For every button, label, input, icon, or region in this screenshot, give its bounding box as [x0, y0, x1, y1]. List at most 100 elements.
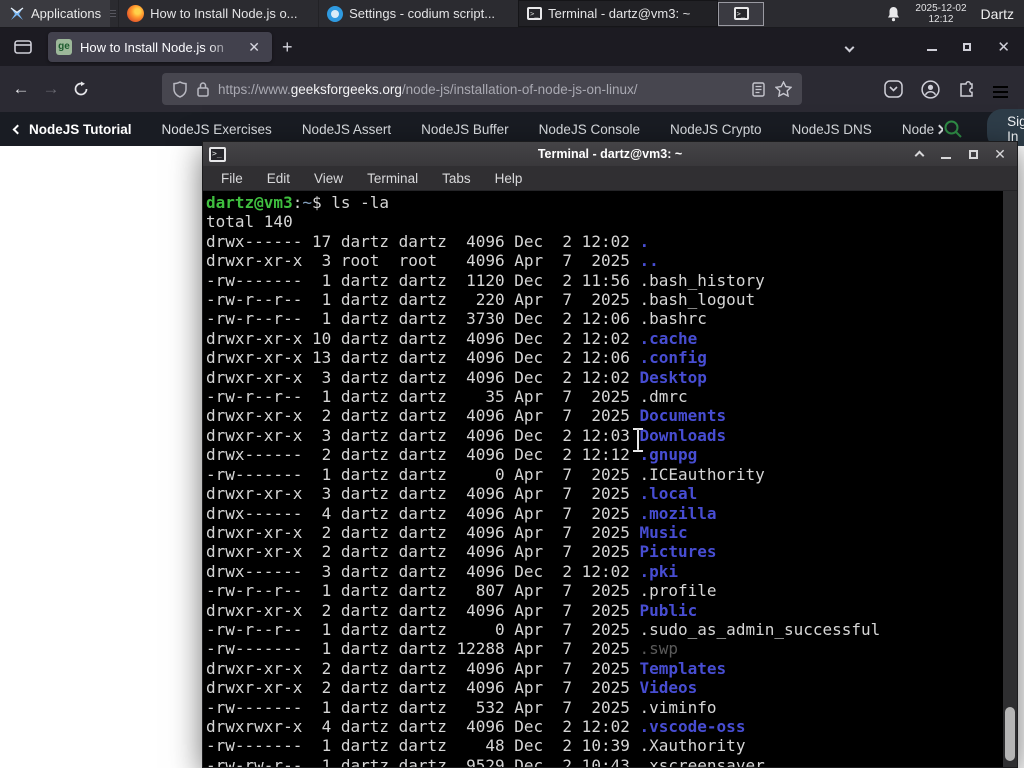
- terminal-close-button[interactable]: ✕: [993, 146, 1007, 162]
- chevron-right-icon[interactable]: [934, 124, 944, 134]
- lock-icon[interactable]: [196, 81, 210, 97]
- codium-icon: [327, 5, 344, 22]
- top-panel: Applications How to Install Node.js o...…: [0, 0, 1024, 28]
- terminal-line: drwx------ 4 dartz dartz 4096 Apr 7 2025…: [206, 503, 717, 523]
- terminal-line: -rw------- 1 dartz dartz 1120 Dec 2 11:5…: [206, 270, 765, 290]
- terminal-line: drwx------ 3 dartz dartz 4096 Dec 2 12:0…: [206, 561, 679, 581]
- nav-item-nodejs-tutorial[interactable]: NodeJS Tutorial: [12, 122, 132, 137]
- terminal-line: drwxr-xr-x 10 dartz dartz 4096 Dec 2 12:…: [206, 328, 698, 348]
- terminal-menu-edit[interactable]: Edit: [257, 168, 300, 189]
- terminal-line: -rw-rw-r-- 1 dartz dartz 9529 Dec 2 10:4…: [206, 755, 765, 767]
- nav-item-node[interactable]: Node: [902, 122, 944, 137]
- reader-mode-icon[interactable]: [752, 81, 765, 97]
- terminal-line: drwxr-xr-x 2 dartz dartz 4096 Apr 7 2025…: [206, 522, 688, 542]
- terminal-output: dartz@vm3:~$ ls -la total 140 drwx------ 1…: [206, 193, 1001, 767]
- workspace-switcher[interactable]: >_: [718, 0, 765, 27]
- terminal-line: drwxr-xr-x 3 root root 4096 Apr 7 2025 .…: [206, 251, 659, 271]
- terminal-minimize-button[interactable]: [939, 147, 953, 161]
- browser-tab-bar: ge How to Install Node.js on ✕ + ✕: [0, 28, 1024, 66]
- panel-clock[interactable]: 2025-12-02 12:12: [915, 3, 966, 25]
- window-minimize-button[interactable]: [927, 38, 938, 56]
- extensions-icon[interactable]: [958, 80, 975, 98]
- terminal-line: drwxrwxr-x 4 dartz dartz 4096 Dec 2 12:0…: [206, 716, 746, 736]
- terminal-menu-view[interactable]: View: [304, 168, 353, 189]
- nav-item-nodejs-console[interactable]: NodeJS Console: [539, 122, 640, 137]
- url-text: https://www.geeksforgeeks.org/node-js/in…: [218, 81, 638, 97]
- window-maximize-button[interactable]: [963, 38, 972, 56]
- terminal-line: drwxr-xr-x 3 dartz dartz 4096 Dec 2 12:0…: [206, 425, 727, 445]
- tab-title: How to Install Node.js on: [80, 39, 224, 55]
- terminal-line: drwxr-xr-x 2 dartz dartz 4096 Apr 7 2025…: [206, 600, 698, 620]
- terminal-menu-tabs[interactable]: Tabs: [432, 168, 481, 189]
- account-icon[interactable]: [921, 79, 940, 99]
- user-menu[interactable]: Dartz: [981, 6, 1014, 22]
- terminal-window-thumbnail-icon: >_: [733, 7, 749, 20]
- applications-menu-button[interactable]: Applications: [0, 0, 111, 27]
- taskbar-button-3[interactable]: >_ Terminal - dartz@vm3: ~: [518, 0, 719, 27]
- terminal-menu-help[interactable]: Help: [485, 168, 533, 189]
- clock-time: 12:12: [928, 13, 954, 25]
- nav-item-nodejs-assert[interactable]: NodeJS Assert: [302, 122, 391, 137]
- terminal-title-bar[interactable]: >_ Terminal - dartz@vm3: ~ ✕: [203, 142, 1017, 166]
- firefox-view-button[interactable]: [8, 34, 38, 60]
- nav-item-nodejs-dns[interactable]: NodeJS DNS: [792, 122, 872, 137]
- terminal-line: drwxr-xr-x 3 dartz dartz 4096 Apr 7 2025…: [206, 484, 698, 504]
- terminal-line: -rw------- 1 dartz dartz 532 Apr 7 2025 …: [206, 697, 717, 717]
- bookmark-star-icon[interactable]: [775, 81, 792, 97]
- search-icon[interactable]: [943, 119, 963, 139]
- terminal-line: drwxr-xr-x 2 dartz dartz 4096 Apr 7 2025…: [206, 678, 698, 698]
- taskbar-button-1[interactable]: How to Install Node.js o...: [118, 0, 318, 27]
- terminal-line: drwxr-xr-x 2 dartz dartz 4096 Apr 7 2025…: [206, 542, 717, 562]
- menu-hamburger-icon[interactable]: [993, 80, 1008, 98]
- workspace-1[interactable]: >_: [718, 1, 765, 26]
- url-bar[interactable]: https://www.geeksforgeeks.org/node-js/in…: [162, 73, 802, 105]
- reload-button[interactable]: [66, 74, 96, 104]
- panel-separator: [110, 0, 117, 27]
- terminal-line: -rw-r--r-- 1 dartz dartz 807 Apr 7 2025 …: [206, 581, 717, 601]
- new-tab-button[interactable]: +: [272, 35, 303, 60]
- applications-label: Applications: [31, 6, 102, 21]
- task-label: Terminal - dartz@vm3: ~: [548, 6, 691, 21]
- clock-date: 2025-12-02: [915, 2, 967, 14]
- terminal-maximize-button[interactable]: [966, 147, 980, 161]
- pocket-icon[interactable]: [884, 80, 903, 98]
- terminal-menu-terminal[interactable]: Terminal: [357, 168, 428, 189]
- terminal-line: -rw------- 1 dartz dartz 12288 Apr 7 202…: [206, 639, 679, 659]
- notification-bell-icon[interactable]: [886, 6, 901, 22]
- terminal-menu-file[interactable]: File: [211, 168, 253, 189]
- forward-button[interactable]: →: [36, 74, 66, 104]
- terminal-line: drwxr-xr-x 2 dartz dartz 4096 Apr 7 2025…: [206, 406, 727, 426]
- terminal-line: total 140: [206, 212, 293, 232]
- terminal-line: drwxr-xr-x 3 dartz dartz 4096 Dec 2 12:0…: [206, 367, 707, 387]
- firefox-icon: [127, 5, 145, 22]
- task-label: How to Install Node.js o...: [150, 6, 298, 21]
- terminal-window: >_ Terminal - dartz@vm3: ~ ✕ File Edit Vie…: [202, 141, 1018, 768]
- nav-item-nodejs-buffer[interactable]: NodeJS Buffer: [421, 122, 509, 137]
- desktop: Applications How to Install Node.js o...…: [0, 0, 1024, 768]
- back-button[interactable]: ←: [6, 74, 36, 104]
- terminal-line: -rw-r--r-- 1 dartz dartz 0 Apr 7 2025 .s…: [206, 619, 881, 639]
- terminal-menu-bar: File Edit View Terminal Tabs Help: [203, 166, 1017, 191]
- terminal-line: drwx------ 2 dartz dartz 4096 Dec 2 12:1…: [206, 445, 698, 465]
- taskbar-button-2[interactable]: Settings - codium script...: [318, 0, 518, 27]
- terminal-content[interactable]: dartz@vm3:~$ ls -la total 140 drwx------ 1…: [203, 191, 1017, 767]
- terminal-line: drwxr-xr-x 13 dartz dartz 4096 Dec 2 12:…: [206, 348, 707, 368]
- terminal-scrollbar-thumb[interactable]: [1005, 707, 1015, 761]
- window-close-button[interactable]: ✕: [997, 38, 1010, 56]
- terminal-shade-button[interactable]: [912, 147, 926, 161]
- chevron-left-icon: [12, 124, 23, 134]
- tracking-shield-icon[interactable]: [172, 80, 188, 98]
- tab-close-icon[interactable]: ✕: [244, 38, 264, 56]
- terminal-scrollbar[interactable]: [1003, 191, 1017, 767]
- terminal-line: -rw-r--r-- 1 dartz dartz 35 Apr 7 2025 .…: [206, 387, 688, 407]
- terminal-window-title: Terminal - dartz@vm3: ~: [537, 147, 683, 161]
- terminal-line: -rw-r--r-- 1 dartz dartz 220 Apr 7 2025 …: [206, 290, 756, 310]
- terminal-line: dartz@vm3:~$ ls -la: [206, 193, 390, 212]
- task-label: Settings - codium script...: [349, 6, 496, 21]
- nav-item-nodejs-exercises[interactable]: NodeJS Exercises: [162, 122, 272, 137]
- nav-item-nodejs-crypto[interactable]: NodeJS Crypto: [670, 122, 762, 137]
- list-all-tabs-icon[interactable]: [844, 38, 855, 56]
- terminal-line: drwxr-xr-x 2 dartz dartz 4096 Apr 7 2025…: [206, 658, 727, 678]
- terminal-line: -rw------- 1 dartz dartz 0 Apr 7 2025 .I…: [206, 464, 765, 484]
- browser-tab-active[interactable]: ge How to Install Node.js on ✕: [48, 32, 272, 62]
